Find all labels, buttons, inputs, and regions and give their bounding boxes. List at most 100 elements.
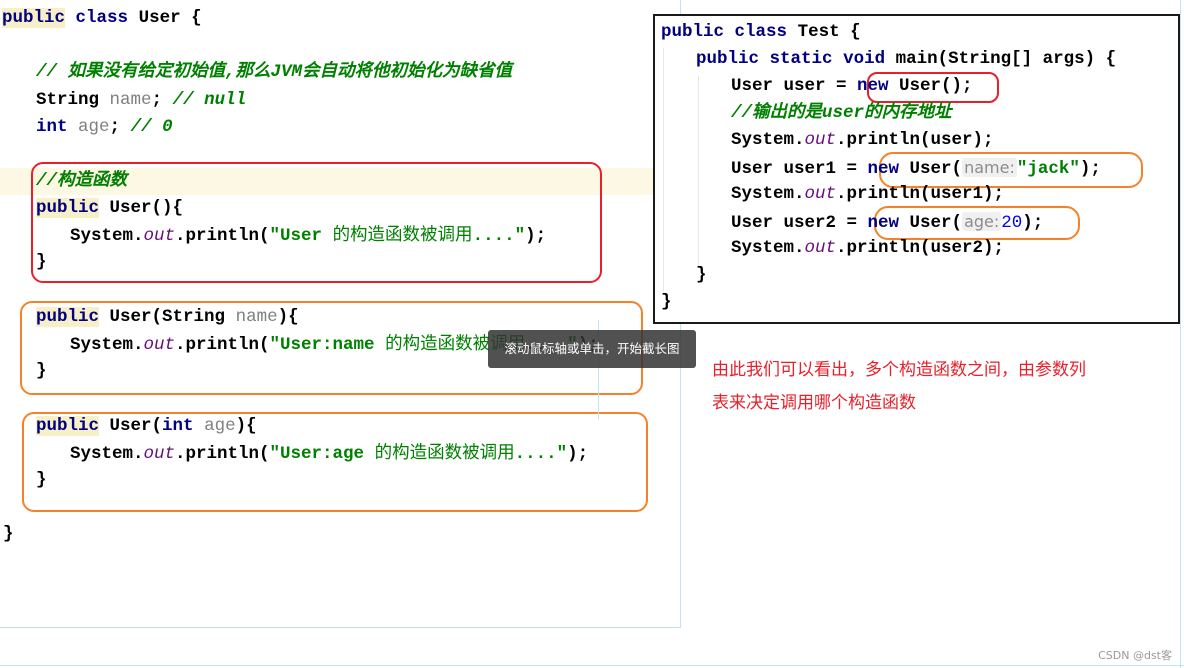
field: out [804, 238, 837, 258]
keyword: public [2, 8, 66, 28]
code: ); [567, 444, 589, 464]
test-class-header: public class Test { [661, 19, 861, 46]
signature: User(){ [109, 198, 184, 218]
type: String [36, 90, 100, 110]
watermark: CSDN @dst客 [1098, 649, 1172, 662]
explanation-note-line1: 由此我们可以看出，多个构造函数之间，由参数列 [712, 360, 1086, 380]
name-constructor-signature: public User(String name){ [36, 304, 299, 331]
default-constructor-close: } [36, 252, 47, 272]
class-name: Test [797, 22, 840, 42]
code: User user1 = [731, 159, 868, 179]
brace: { [850, 22, 861, 42]
code: .println( [175, 335, 270, 355]
age-constructor-signature: public User(int age){ [36, 413, 257, 440]
user-class-editor: public class User { // 如果没有给定初始值,那么JVM会自… [0, 0, 681, 628]
print-user: System.out.println(user); [731, 127, 994, 154]
indent-guide [698, 76, 699, 266]
default-constructor-signature: public User(){ [36, 195, 183, 222]
keyword: int [162, 416, 194, 436]
signature: ){ [235, 416, 257, 436]
screenshot-tooltip: 滚动鼠标轴或单击，开始截长图 [488, 330, 696, 368]
name-constructor-close: } [36, 361, 47, 381]
signature: main(String[] args) { [895, 49, 1117, 69]
param: name [235, 307, 278, 327]
field-name: name [109, 90, 152, 110]
signature: ){ [277, 307, 299, 327]
code: System. [70, 444, 144, 464]
field-name-declaration: String name; // null [36, 87, 246, 114]
code: System. [70, 335, 144, 355]
code: System. [731, 184, 805, 204]
keyword: static [769, 49, 833, 69]
print-user2: System.out.println(user2); [731, 235, 1004, 262]
main-close: } [696, 265, 707, 285]
code: System. [731, 130, 805, 150]
code: User user = [731, 76, 858, 96]
code: System. [731, 238, 805, 258]
field: out [143, 444, 176, 464]
string: ...." [472, 226, 526, 246]
field-age-declaration: int age; // 0 [36, 114, 173, 141]
field: out [804, 130, 837, 150]
code: System. [70, 226, 144, 246]
user-class-close: } [3, 524, 14, 544]
code: .println( [175, 444, 270, 464]
code: .println(user2); [836, 238, 1005, 258]
code: User user2 = [731, 213, 868, 233]
divider [1180, 0, 1181, 668]
string: 的构造函数被调用 [374, 443, 515, 463]
user-class-header: public class User { [2, 5, 202, 32]
field: out [143, 226, 176, 246]
keyword: public [696, 49, 760, 69]
code: .println(user); [836, 130, 994, 150]
line-new-user1: User user1 = new User(name: "jack"); [731, 154, 1101, 181]
divider [0, 665, 1184, 666]
keyword: new [857, 76, 889, 96]
code: .println(user1); [836, 184, 1005, 204]
field: out [804, 184, 837, 204]
string: 的构造函数被调用 [332, 225, 473, 245]
signature: User( [109, 416, 163, 436]
print-user1: System.out.println(user1); [731, 181, 1004, 208]
keyword: void [843, 49, 886, 69]
default-value-comment: // 如果没有给定初始值,那么JVM会自动将他初始化为缺省值 [36, 62, 513, 82]
string: ...." [514, 444, 568, 464]
keyword: class [734, 22, 788, 42]
code: User( [899, 213, 963, 233]
field: out [143, 335, 176, 355]
code: .println( [175, 226, 270, 246]
constructor-comment: //构造函数 [36, 171, 128, 191]
main-signature: public static void main(String[] args) { [696, 46, 1116, 73]
string: "jack" [1016, 159, 1080, 179]
explanation-note-line2: 表来决定调用哪个构造函数 [712, 393, 916, 413]
line-new-user2: User user2 = new User(age: 20); [731, 208, 1043, 235]
code: User( [899, 159, 963, 179]
indent-guide [663, 48, 664, 292]
code: ); [1022, 213, 1044, 233]
semicolon: ; [151, 90, 163, 110]
string: "User:age [269, 444, 375, 464]
comment: // 0 [130, 117, 173, 137]
keyword: class [75, 8, 129, 28]
parameter-hint: age: [962, 212, 1002, 231]
test-class-close: } [661, 292, 672, 312]
code: ); [525, 226, 547, 246]
param: age [204, 416, 236, 436]
comment: // null [172, 90, 247, 110]
class-name: User [138, 8, 181, 28]
number: 20 [1001, 213, 1023, 233]
keyword: new [867, 159, 900, 179]
code: ); [1079, 159, 1101, 179]
type: int [36, 117, 68, 137]
age-constructor-body: System.out.println("User:age 的构造函数被调用...… [70, 440, 588, 467]
default-constructor-body: System.out.println("User 的构造函数被调用...."); [70, 222, 546, 249]
keyword: public [661, 22, 725, 42]
line-new-user: User user = new User(); [731, 73, 973, 100]
keyword: new [867, 213, 900, 233]
keyword: public [36, 307, 100, 327]
age-constructor-close: } [36, 470, 47, 490]
signature: User(String [109, 307, 236, 327]
keyword: public [36, 416, 100, 436]
field-name: age [78, 117, 110, 137]
